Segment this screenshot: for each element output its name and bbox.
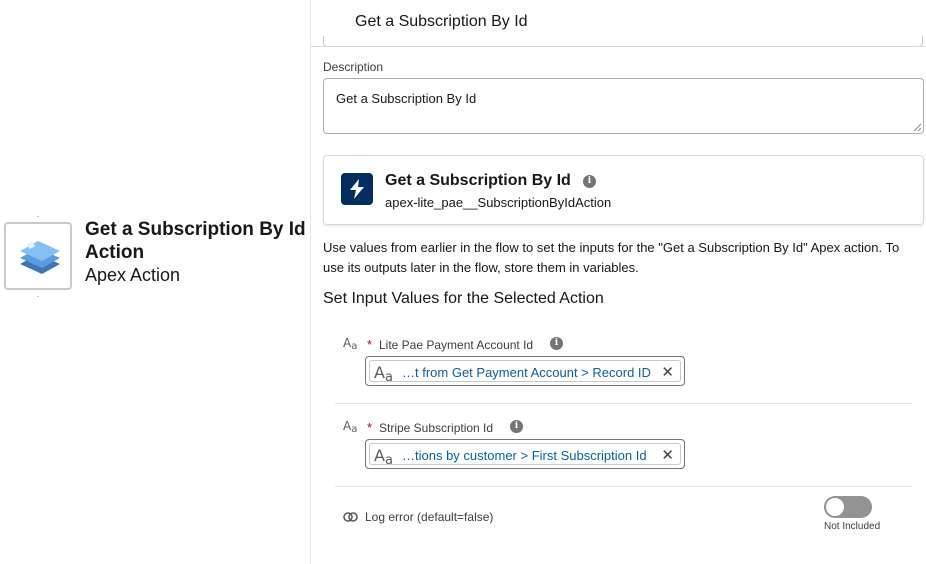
connector-tick-top — [37, 216, 39, 217]
payment-account-id-label: Lite Pae Payment Account Id — [379, 338, 534, 352]
description-value: Get a Subscription By Id — [336, 91, 477, 106]
info-icon[interactable]: i — [510, 420, 523, 433]
text-type-icon: Aa — [343, 419, 358, 435]
boolean-toggle-icon — [343, 512, 358, 522]
info-icon[interactable]: i — [583, 175, 596, 188]
pill-resource-text: …tions by customer > First Subscription … — [402, 448, 647, 463]
description-label: Description — [323, 60, 384, 74]
close-icon[interactable]: ✕ — [661, 446, 674, 464]
toggle-status-text: Not Included — [824, 521, 881, 532]
log-error-label: Log error (default=false) — [365, 510, 494, 524]
selected-action-card: Get a Subscription By Id i apex-lite_pae… — [323, 155, 924, 225]
resource-pill[interactable]: Aa …tions by customer > First Subscripti… — [369, 443, 681, 468]
row-divider — [335, 403, 912, 404]
text-type-icon: Aa — [374, 363, 393, 385]
panel-header-title: Get a Subscription By Id — [355, 13, 528, 30]
pill-resource-text: …t from Get Payment Account > Record ID — [402, 365, 651, 380]
section-title: Set Input Values for the Selected Action — [323, 290, 604, 307]
connector-tick-bottom — [37, 296, 39, 297]
action-name: Get a Subscription By Id — [385, 172, 571, 189]
required-indicator: * — [367, 420, 373, 435]
help-text: Use values from earlier in the flow to s… — [323, 240, 900, 275]
canvas-pane: Get a Subscription By Id Action Apex Act… — [0, 0, 310, 564]
bolt-icon — [350, 179, 364, 199]
row-divider — [335, 486, 912, 487]
log-error-toggle[interactable] — [824, 496, 872, 518]
header-divider — [310, 46, 926, 47]
text-type-icon: Aa — [343, 336, 358, 352]
description-textarea[interactable]: Get a Subscription By Id — [323, 78, 924, 134]
apex-action-stack-icon — [20, 241, 60, 274]
node-title: Get a Subscription By Id Action — [85, 219, 306, 263]
text-type-icon: Aa — [374, 446, 393, 468]
resource-pill[interactable]: Aa …t from Get Payment Account > Record … — [369, 360, 681, 385]
toggle-knob — [826, 498, 844, 516]
action-api-name: apex-lite_pae__SubscriptionByIdAction — [385, 195, 612, 210]
stripe-subscription-id-field[interactable]: Aa …tions by customer > First Subscripti… — [365, 439, 685, 469]
info-icon[interactable]: i — [550, 337, 563, 350]
required-indicator: * — [367, 337, 373, 352]
close-icon[interactable]: ✕ — [661, 363, 674, 381]
pane-divider — [310, 0, 311, 564]
action-badge — [341, 173, 373, 205]
apex-action-node[interactable] — [4, 222, 72, 290]
node-subtitle: Apex Action — [85, 265, 181, 285]
resize-handle-icon[interactable] — [913, 123, 921, 131]
payment-account-id-field[interactable]: Aa …t from Get Payment Account > Record … — [365, 356, 685, 386]
stripe-subscription-id-label: Stripe Subscription Id — [379, 421, 494, 435]
